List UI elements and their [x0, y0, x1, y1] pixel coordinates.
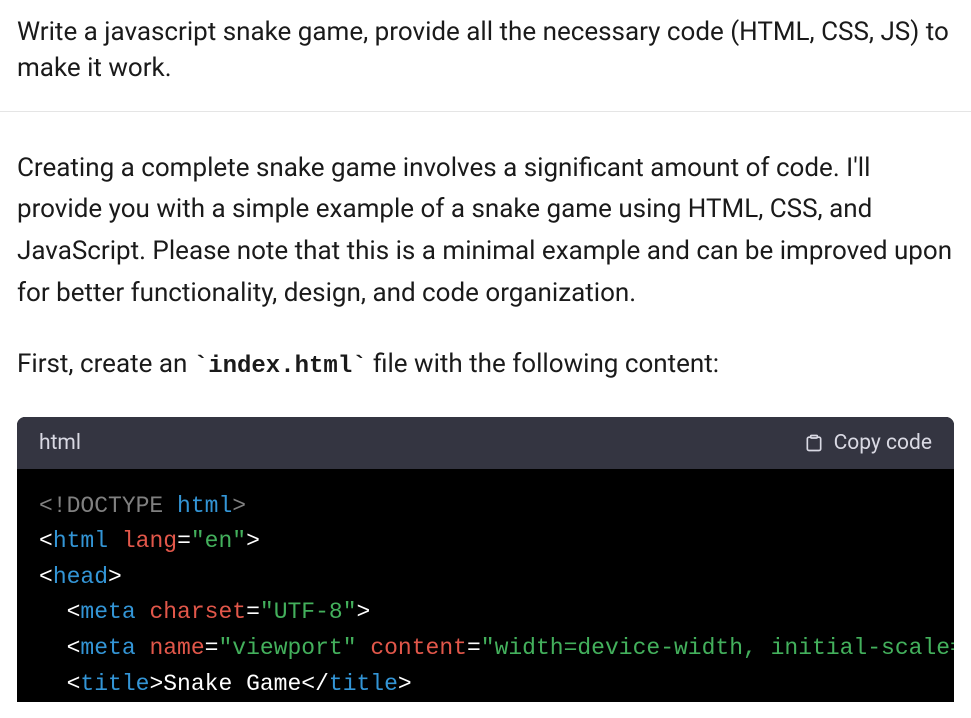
assistant-paragraph-1: Creating a complete snake game involves …	[17, 148, 954, 314]
assistant-paragraph-2: First, create an `index.html` file with …	[17, 344, 954, 386]
paragraph-2-post: file with the following content:	[367, 349, 719, 379]
clipboard-icon	[804, 432, 824, 454]
user-message: Write a javascript snake game, provide a…	[0, 0, 971, 112]
code-language-label: html	[39, 431, 81, 455]
paragraph-2-pre: First, create an	[17, 349, 194, 379]
code-content[interactable]: <!DOCTYPE html> <html lang="en"> <head> …	[17, 469, 954, 703]
inline-code-filename: `index.html`	[194, 353, 367, 380]
code-block-header: html Copy code	[17, 417, 954, 469]
assistant-message: Creating a complete snake game involves …	[0, 112, 971, 703]
copy-code-button[interactable]: Copy code	[804, 431, 932, 455]
copy-code-label: Copy code	[834, 431, 932, 455]
user-prompt-text: Write a javascript snake game, provide a…	[17, 14, 954, 87]
code-block: html Copy code <!DOCTYPE html> <html lan…	[17, 417, 954, 703]
